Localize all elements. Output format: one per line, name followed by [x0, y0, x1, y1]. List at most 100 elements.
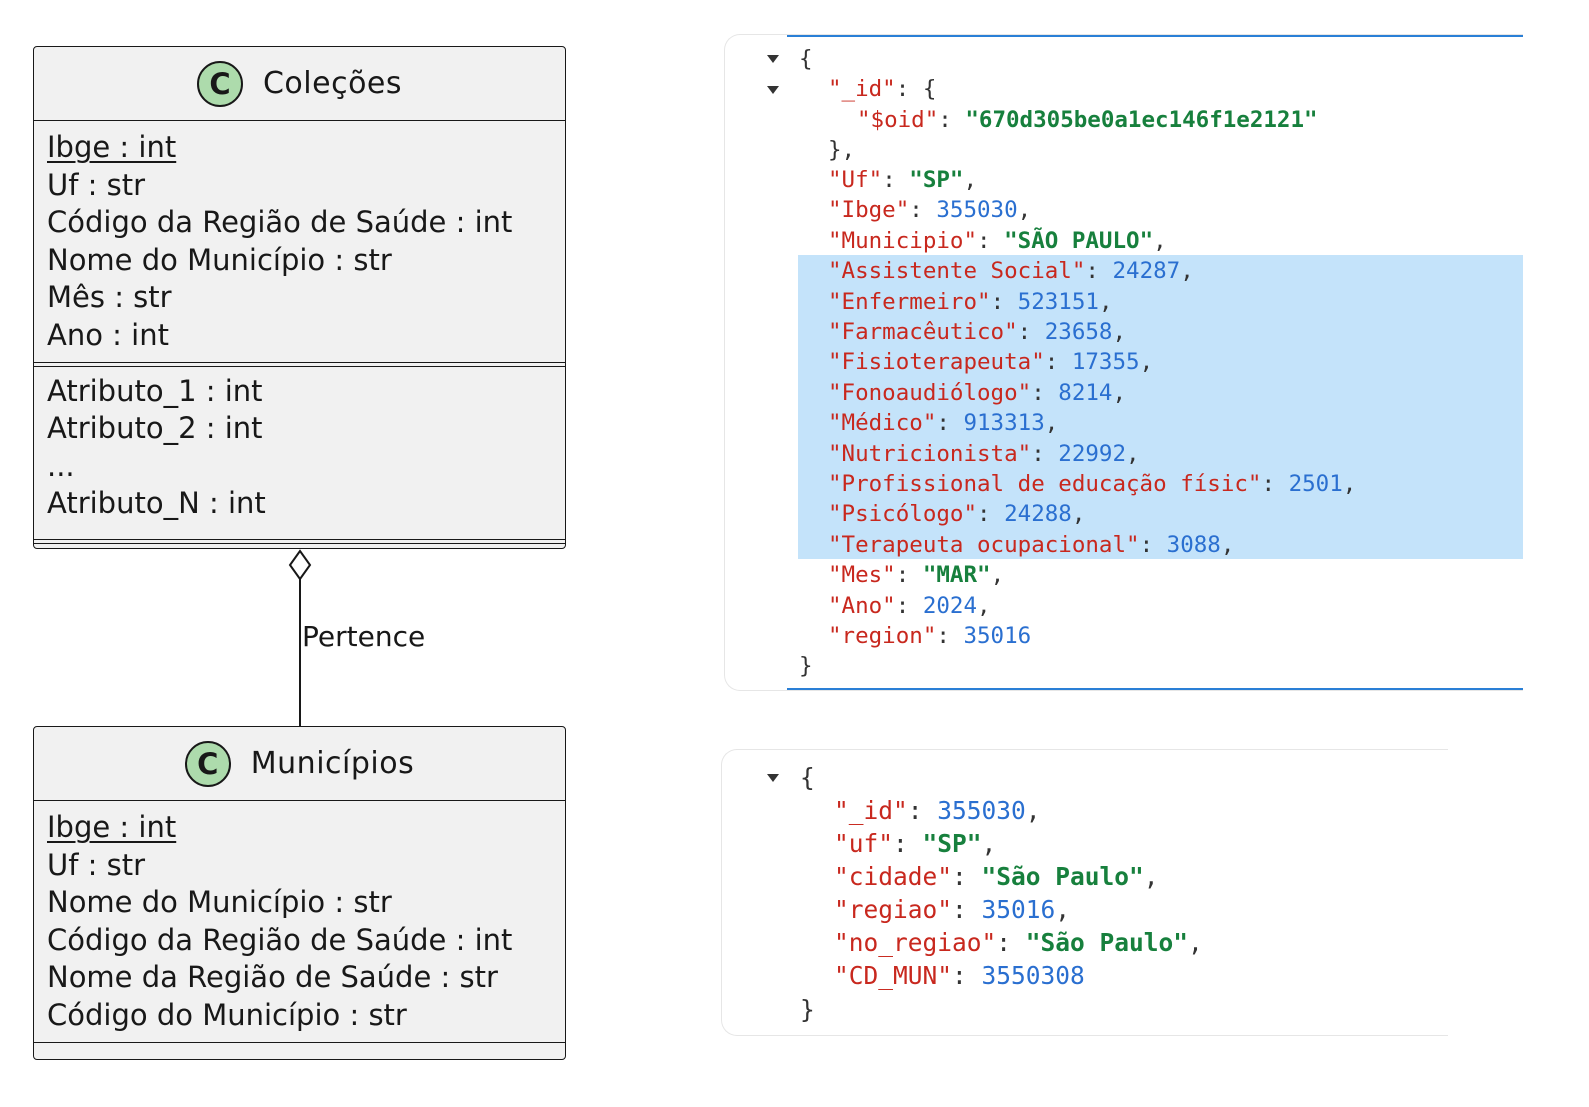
collapse-caret-icon[interactable] — [767, 86, 779, 94]
attribute: Atributo_1 : int — [47, 373, 263, 408]
class-colecoes-attributes: Ibge : int Uf : str Código da Região de … — [34, 121, 565, 355]
class-colecoes-extra-attributes: Atributo_1 : int Atributo_2 : int ... At… — [34, 367, 565, 523]
json-field: "Nutricionista": 22992, — [828, 440, 1140, 467]
json-field: "Fonoaudiólogo": 8214, — [828, 379, 1127, 406]
json-field: "Fisioterapeuta": 17355, — [828, 349, 1154, 376]
json-field: "Psicólogo": 24288, — [828, 501, 1086, 528]
attribute-key: Ibge : int — [47, 130, 177, 164]
json-key: "Farmacêutico" — [828, 319, 1018, 345]
attribute: Código da Região de Saúde : int — [47, 922, 513, 957]
attribute: Nome do Município : str — [47, 885, 392, 920]
json-key: "Fonoaudiólogo" — [828, 379, 1032, 406]
json-field: "Farmacêutico": 23658, — [828, 319, 1127, 345]
json-document-colecoes: { "_id": { "$oid": "670d305be0a1ec146f1e… — [724, 34, 1523, 691]
json-close-brace: }, — [828, 137, 856, 163]
class-municipios-header: C Municípios — [34, 727, 565, 801]
json-field-oid: "$oid": "670d305be0a1ec146f1e2121" — [857, 107, 1318, 133]
json-key: "no_regiao" — [834, 928, 997, 957]
json-value: 913313 — [963, 410, 1045, 437]
json-value: 17355 — [1071, 349, 1140, 376]
json-value: 355030 — [937, 796, 1026, 825]
json-document-municipios: { "_id": 355030, "uf": "SP", "cidade": "Sã… — [721, 749, 1448, 1036]
json-open-brace: { — [799, 46, 813, 72]
class-colecoes: C Coleções Ibge : int Uf : str Código da… — [33, 46, 566, 549]
class-colecoes-title: Coleções — [262, 66, 403, 101]
class-municipios-attributes: Ibge : int Uf : str Nome do Município : … — [34, 801, 565, 1035]
json-field: "regiao": 35016, — [834, 895, 1071, 924]
json-field-id: "_id": { — [828, 76, 937, 102]
json-value: 2024 — [922, 592, 978, 619]
json-key: "Terapeuta ocupacional" — [828, 531, 1140, 558]
json-value: "SP" — [922, 829, 982, 858]
json-key: "Profissional de educação físic" — [828, 471, 1262, 497]
selection-border — [787, 688, 1523, 690]
class-badge-icon: C — [184, 740, 231, 787]
json-key: "uf" — [834, 829, 894, 858]
attribute: Atributo_2 : int — [47, 411, 263, 446]
attribute: Atributo_N : int — [47, 486, 266, 521]
json-key: "Ano" — [828, 592, 896, 619]
json-value: 35016 — [963, 623, 1032, 649]
json-value: "SÃO PAULO" — [1004, 227, 1154, 254]
json-value: 23658 — [1044, 319, 1113, 345]
collapse-caret-icon[interactable] — [767, 774, 779, 782]
json-key: "region" — [828, 623, 937, 649]
json-value: 22992 — [1058, 440, 1127, 467]
relation-label: Pertence — [302, 620, 426, 653]
attribute: Nome do Município : str — [47, 242, 392, 277]
json-value: "São Paulo" — [1025, 928, 1189, 957]
json-key: "regiao" — [834, 895, 953, 924]
json-field: "Profissional de educação físic": 2501, — [828, 471, 1357, 497]
json-value: 2501 — [1288, 471, 1343, 497]
json-key: "Municipio" — [828, 227, 978, 254]
json-field: "Ano": 2024, — [828, 592, 991, 619]
class-municipios-title: Municípios — [250, 746, 415, 781]
json-key: "_id" — [834, 796, 908, 825]
json-close-brace: } — [799, 653, 813, 679]
json-field: "Mes": "MAR", — [828, 562, 1005, 589]
json-field: "cidade": "São Paulo", — [834, 862, 1159, 891]
json-field: "Uf": "SP", — [828, 167, 978, 193]
json-field: "_id": 355030, — [834, 796, 1041, 825]
json-value: "MAR" — [922, 562, 991, 589]
json-open-brace: { — [800, 763, 815, 792]
json-value: 3088 — [1166, 531, 1221, 558]
json-value: 24287 — [1112, 258, 1181, 285]
json-value: 8214 — [1058, 379, 1113, 406]
class-badge-icon: C — [196, 60, 243, 107]
json-close-brace: } — [800, 995, 815, 1024]
json-value: 3550308 — [981, 961, 1085, 990]
json-key: "Mes" — [828, 562, 896, 589]
json-value: 35016 — [981, 895, 1056, 924]
json-key: "CD_MUN" — [834, 961, 953, 990]
attribute: Mês : str — [47, 280, 172, 315]
json-key: "Nutricionista" — [828, 440, 1032, 467]
json-value: 523151 — [1017, 288, 1099, 315]
json-field: "CD_MUN": 3550308 — [834, 961, 1085, 990]
json-value: 355030 — [936, 197, 1018, 224]
json-key: "Fisioterapeuta" — [828, 349, 1045, 376]
attribute: ... — [47, 448, 75, 483]
json-field: "region": 35016 — [828, 623, 1032, 649]
attribute: Ano : int — [47, 317, 169, 352]
json-key: "Assistente Social" — [828, 258, 1086, 285]
class-colecoes-header: C Coleções — [34, 47, 565, 121]
attribute: Nome da Região de Saúde : str — [47, 960, 498, 995]
json-value: "São Paulo" — [981, 862, 1144, 891]
json-field: "Assistente Social": 24287, — [828, 258, 1194, 285]
attribute: Código do Município : str — [47, 997, 407, 1032]
json-field: "Enfermeiro": 523151, — [828, 288, 1113, 315]
json-value: 24288 — [1004, 501, 1072, 528]
attribute-key: Ibge : int — [47, 810, 177, 844]
json-field: "Municipio": "SÃO PAULO", — [828, 227, 1167, 254]
json-key: "cidade" — [834, 862, 953, 891]
class-municipios: C Municípios Ibge : int Uf : str Nome do… — [33, 726, 566, 1060]
json-key: "Psicólogo" — [828, 501, 978, 528]
collapse-caret-icon[interactable] — [767, 55, 779, 63]
json-field: "uf": "SP", — [834, 829, 997, 858]
json-field: "Médico": 913313, — [828, 410, 1059, 437]
json-key: "Ibge" — [828, 197, 910, 224]
json-key: "Médico" — [828, 410, 937, 437]
json-key: "Enfermeiro" — [828, 288, 991, 315]
attribute: Código da Região de Saúde : int — [47, 205, 513, 240]
